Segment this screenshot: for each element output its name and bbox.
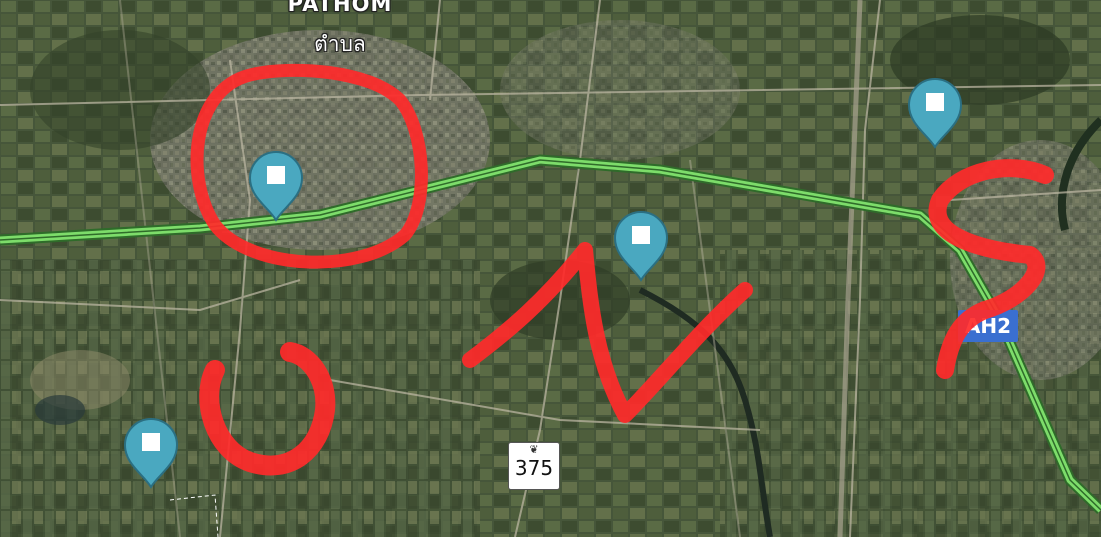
red-s-annotation xyxy=(928,159,1054,379)
red-circle-annotation xyxy=(190,63,428,269)
satellite-map[interactable]: PATHOM ตำบล ❦ 375 AH2 xyxy=(0,0,1101,537)
red-u-annotation xyxy=(199,342,336,476)
drawing-annotations xyxy=(190,63,1054,476)
red-n-annotation xyxy=(462,242,753,423)
